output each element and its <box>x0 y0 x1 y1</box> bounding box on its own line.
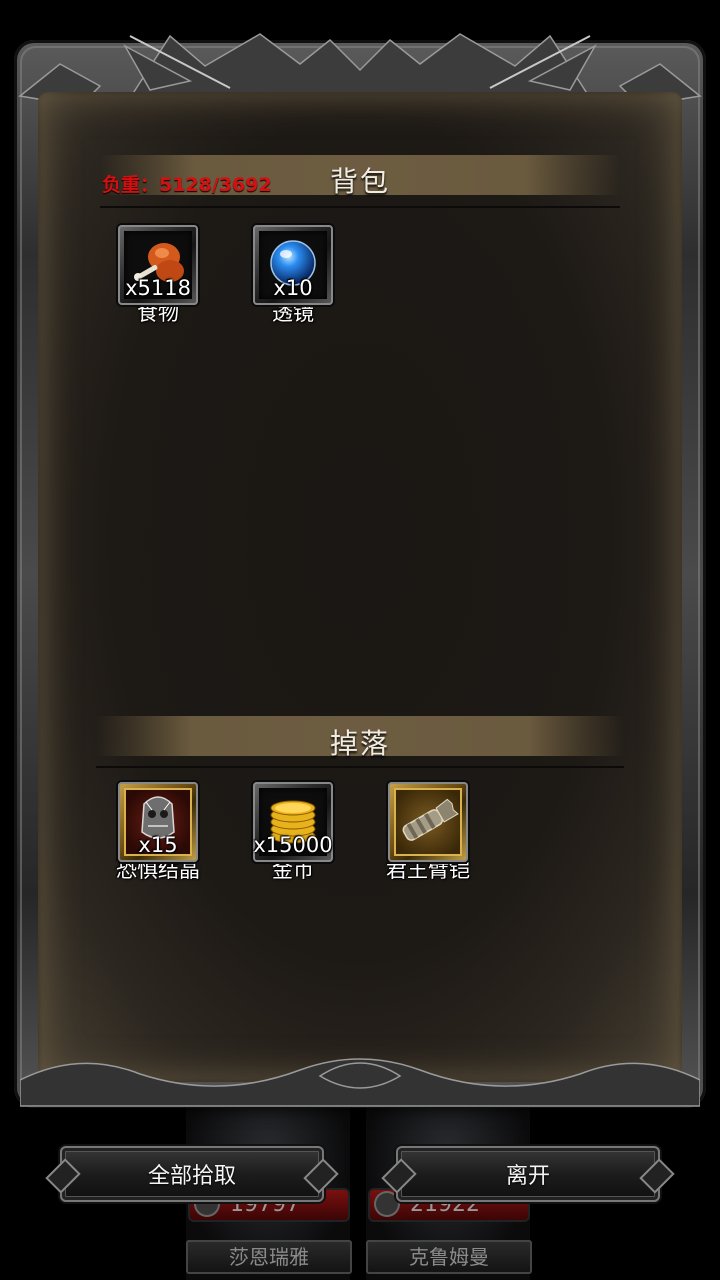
inventory-item-food[interactable]: x5118 食物 <box>103 225 213 327</box>
item-quantity: x10 <box>273 276 313 300</box>
drop-item-gold[interactable]: x15000 金币 <box>238 782 348 884</box>
drop-item-fear-crystal[interactable]: x15 恐惧结晶 <box>103 782 213 884</box>
sword-icon <box>376 1193 398 1215</box>
item-slot[interactable]: x10 <box>253 225 333 305</box>
item-slot[interactable]: x15000 <box>253 782 333 862</box>
weight-indicator: 负重：5128/3692 <box>102 174 272 196</box>
hero-name-right: 克鲁姆曼 <box>366 1240 532 1274</box>
frame-bottom-ornament <box>20 1058 700 1107</box>
inventory-header-divider <box>100 206 620 208</box>
gauntlet-icon <box>402 798 459 841</box>
item-slot[interactable]: x15 <box>118 782 198 862</box>
item-slot[interactable] <box>388 782 468 862</box>
item-quantity: x15 <box>138 833 178 857</box>
leave-button[interactable]: 离开 <box>396 1146 660 1202</box>
item-quantity: x5118 <box>125 276 191 300</box>
hero-name-left: 莎恩瑞雅 <box>186 1240 352 1274</box>
pickup-all-button[interactable]: 全部拾取 <box>60 1146 324 1202</box>
drops-header-divider <box>96 766 624 768</box>
drops-title: 掉落 <box>329 727 390 760</box>
item-quantity: x15000 <box>253 833 333 857</box>
inventory-item-lens[interactable]: x10 透镜 <box>238 225 348 327</box>
item-slot[interactable]: x5118 <box>118 225 198 305</box>
drop-item-kings-gauntlet[interactable]: 君王臂铠 <box>373 782 483 884</box>
